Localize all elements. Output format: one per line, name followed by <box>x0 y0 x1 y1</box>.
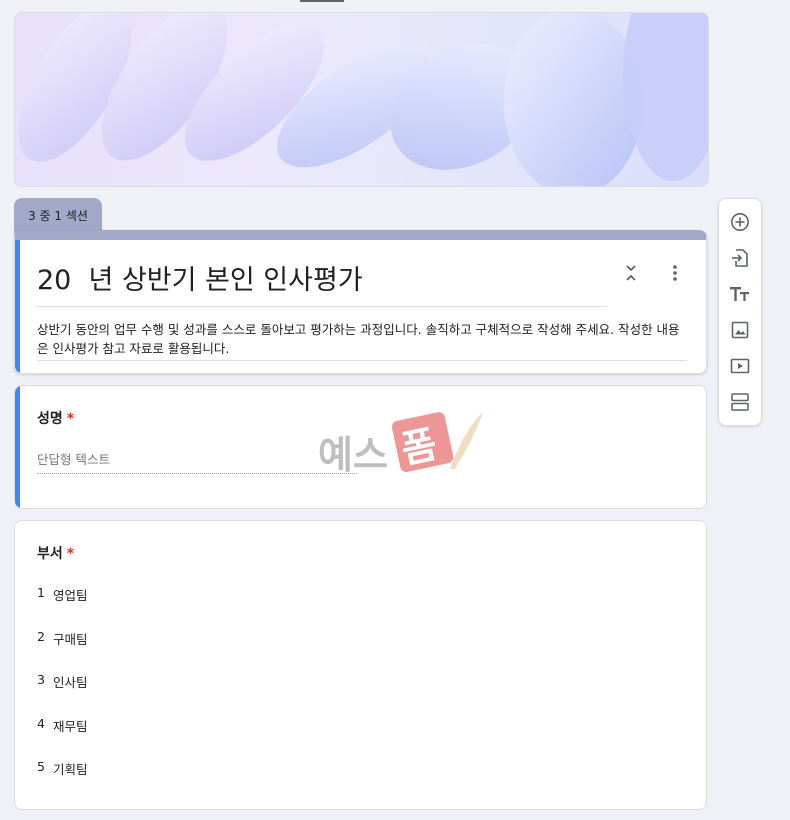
dropdown-option[interactable]: 5 기획팀 <box>37 759 88 803</box>
top-tab-indicator <box>300 0 344 2</box>
question-title-text: 성명 <box>37 411 63 427</box>
collapse-section-icon[interactable] <box>622 262 640 284</box>
required-mark: * <box>66 411 75 427</box>
add-title-icon[interactable] <box>729 283 751 305</box>
section-indicator-label: 3 중 1 섹션 <box>28 208 88 223</box>
option-label: 재무팀 <box>53 718 88 734</box>
active-card-accent <box>15 386 20 508</box>
floating-toolbar <box>718 198 762 426</box>
dropdown-option[interactable]: 1 영업팀 <box>37 585 88 629</box>
dropdown-option-list: 1 영업팀 2 구매팀 3 인사팀 4 재무팀 5 기획팀 <box>37 585 88 803</box>
question-title-text: 부서 <box>37 546 63 562</box>
form-description[interactable]: 상반기 동안의 업무 수행 및 성과를 스스로 돌아보고 평가하는 과정입니다.… <box>37 320 687 361</box>
section-indicator-tab: 3 중 1 섹션 <box>14 198 102 232</box>
dropdown-option[interactable]: 4 재무팀 <box>37 716 88 760</box>
import-questions-icon[interactable] <box>729 247 751 269</box>
dropdown-option[interactable]: 2 구매팀 <box>37 629 88 673</box>
dropdown-option[interactable]: 3 인사팀 <box>37 672 88 716</box>
question-title: 부서 * <box>37 543 74 563</box>
question-title: 성명 * <box>37 408 74 428</box>
more-options-icon[interactable] <box>666 262 684 284</box>
option-number: 3 <box>37 672 45 687</box>
question-card-department[interactable]: 부서 * 1 영업팀 2 구매팀 3 인사팀 4 재무팀 5 기획팀 <box>14 520 707 810</box>
option-number: 4 <box>37 715 45 731</box>
active-card-accent <box>15 240 20 373</box>
add-image-icon[interactable] <box>729 319 751 341</box>
header-banner-image <box>14 12 709 187</box>
option-number: 5 <box>37 759 45 774</box>
option-number: 1 <box>37 585 45 600</box>
option-label: 인사팀 <box>53 675 88 690</box>
form-title[interactable]: 20 년 상반기 본인 인사평가 <box>37 258 607 307</box>
title-card-actions <box>622 262 684 284</box>
required-mark: * <box>66 546 75 562</box>
form-title-card[interactable]: 20 년 상반기 본인 인사평가 상반기 동안의 업무 수행 및 성과를 스스로… <box>14 230 707 374</box>
short-answer-field[interactable]: 단답형 텍스트 <box>37 449 357 474</box>
question-card-name[interactable]: 성명 * 단답형 텍스트 <box>14 385 707 509</box>
option-label: 영업팀 <box>53 588 88 603</box>
add-video-icon[interactable] <box>729 355 751 377</box>
option-label: 구매팀 <box>53 631 88 647</box>
add-question-icon[interactable] <box>729 211 751 233</box>
add-section-icon[interactable] <box>729 391 751 413</box>
option-number: 2 <box>37 628 45 644</box>
option-label: 기획팀 <box>53 762 88 777</box>
